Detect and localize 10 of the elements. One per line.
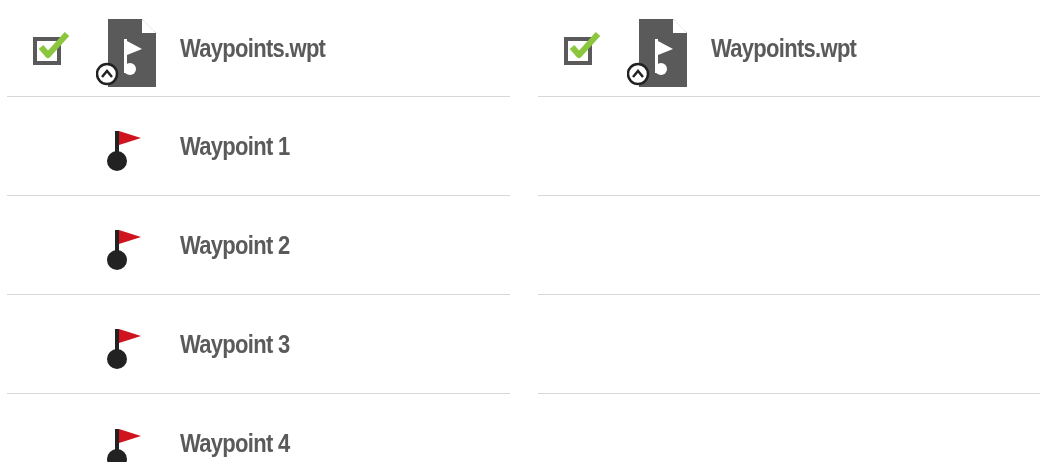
checkbox[interactable] — [563, 31, 602, 65]
file-icon — [96, 17, 156, 87]
waypoint-name[interactable]: Waypoint 1 — [180, 131, 290, 161]
waypoint-name[interactable]: Waypoint 3 — [180, 329, 290, 359]
checkbox[interactable] — [33, 31, 71, 65]
file-name[interactable]: Waypoints.wpt — [710, 33, 856, 63]
waypoint-name[interactable]: Waypoint 4 — [180, 429, 290, 458]
file-icon — [626, 17, 687, 87]
file-name[interactable]: Waypoints.wpt — [180, 33, 326, 63]
waypoint-name[interactable]: Waypoint 2 — [180, 230, 290, 260]
